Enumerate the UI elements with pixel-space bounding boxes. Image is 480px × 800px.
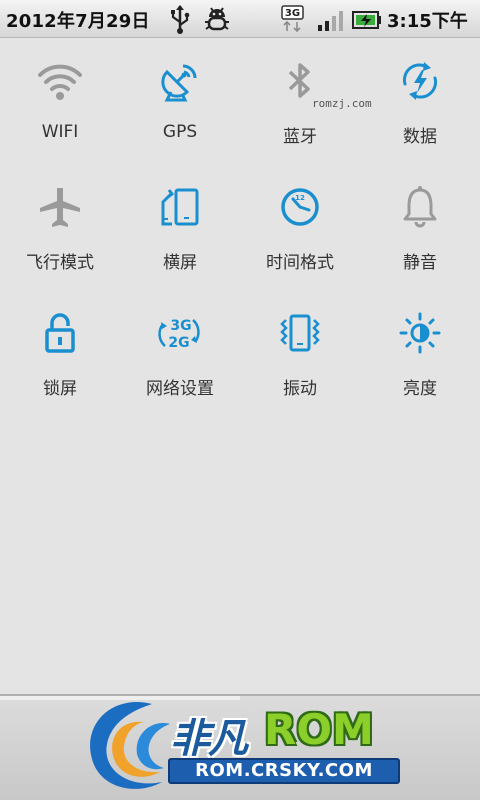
usb-icon [168,4,192,38]
logo-swirl-icon [90,702,170,789]
toggle-label: WIFI [41,122,79,142]
toggle-label: 网络设置 [146,379,214,399]
status-bar: 2012年7月29日 3G 3:15下午 [0,0,480,38]
status-time: 3:15下午 [387,11,468,32]
status-date: 2012年7月29日 [6,11,150,32]
toggle-lock-screen[interactable]: 锁屏 [0,304,120,424]
svg-text:12: 12 [295,194,305,202]
3g-icon: 3G [281,5,305,37]
toggle-label: 振动 [283,379,317,399]
toggle-label: 蓝牙 [283,127,317,147]
mobile-data-icon [397,58,443,104]
3g-2g-switch-icon: 3G 2G [157,310,203,356]
brightness-icon [397,310,443,356]
logo-name-cn: 非凡 [170,716,248,762]
toggle-label: 数据 [403,127,437,147]
network-type-text: 3G [285,8,300,19]
bell-icon [397,184,443,230]
battery-charging-icon [352,10,382,34]
wifi-icon [37,58,83,104]
signal-icon [317,10,345,36]
airplane-icon [37,184,83,230]
toggle-label: 飞行模式 [26,253,94,273]
toggle-label: GPS [162,122,198,142]
svg-text:2G: 2G [168,335,189,351]
toggle-silent[interactable]: 静音 [360,178,480,298]
toggle-time-format[interactable]: 12 时间格式 [240,178,360,298]
svg-text:3G: 3G [170,318,191,334]
toggle-auto-rotate[interactable]: 横屏 [120,178,240,298]
crsky-rom-logo: 非凡 ROM ROM.CRSKY.COM [82,694,412,800]
toggle-label: 锁屏 [43,379,77,399]
toggle-label: 时间格式 [266,253,334,273]
clock-icon: 12 [277,184,323,230]
toggle-brightness[interactable]: 亮度 [360,304,480,424]
toggle-mobile-data[interactable]: 数据 [360,52,480,172]
toggle-label: 横屏 [163,253,197,273]
lock-icon [37,310,83,356]
toggle-bluetooth[interactable]: 蓝牙 [240,52,360,172]
vibrate-icon [277,310,323,356]
rotate-screen-icon [157,184,203,230]
debug-icon [203,5,231,37]
logo-url: ROM.CRSKY.COM [168,758,400,784]
toggle-label: 静音 [403,253,437,273]
toggle-network-mode[interactable]: 3G 2G 网络设置 [120,304,240,424]
gps-icon [157,58,203,104]
toggle-airplane-mode[interactable]: 飞行模式 [0,178,120,298]
toggle-label: 亮度 [403,379,437,399]
toggle-gps[interactable]: GPS [120,52,240,172]
logo-name-en: ROM [264,705,374,754]
toggle-wifi[interactable]: WIFI [0,52,120,172]
bluetooth-icon [277,58,323,104]
toggle-vibrate[interactable]: 振动 [240,304,360,424]
